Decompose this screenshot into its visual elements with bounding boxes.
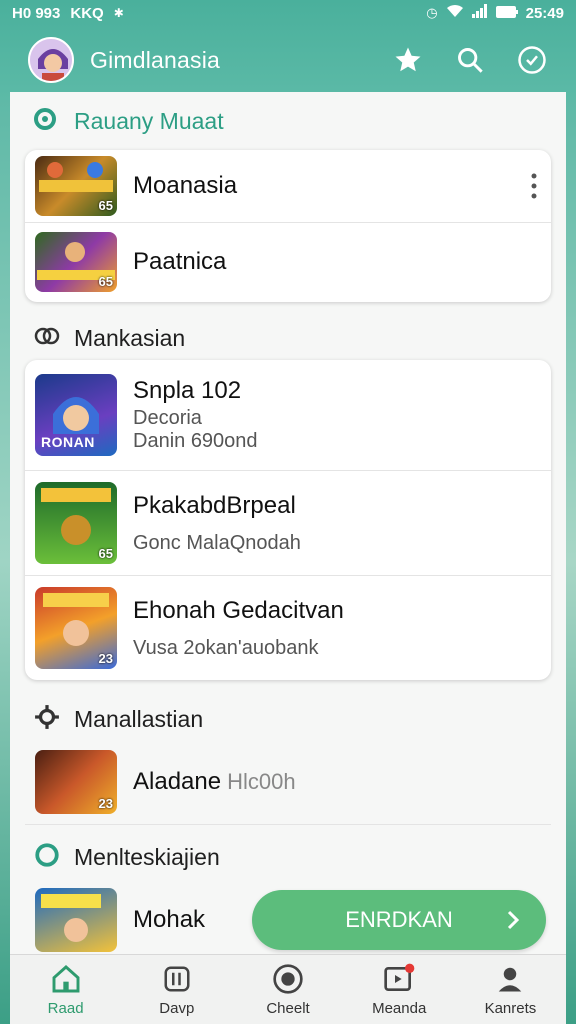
battery-icon — [495, 5, 518, 22]
app-bar: Gimdlanasia — [0, 30, 576, 90]
list-item-title: Mohak — [133, 906, 206, 933]
install-button[interactable]: ENRDKAN — [252, 890, 546, 950]
status-code: KKQ — [70, 4, 104, 22]
game-thumbnail: 65 — [35, 156, 117, 216]
refresh-icon[interactable] — [516, 44, 548, 76]
game-thumbnail — [35, 888, 117, 952]
list-item-subtitle: Decoria — [133, 407, 202, 429]
list-item-text: Ehonah Gedacitvan Vusa 2okan'auobank — [133, 597, 344, 660]
thumbnail-badge: RONAN — [41, 434, 95, 450]
list-item[interactable]: 65 PkakabdBrpeal Gonc MalaQnodah — [25, 471, 551, 575]
nav-item-media[interactable]: Meanda — [344, 955, 455, 1024]
status-bar: H0 993 KKQ ✱ ◷ 25:49 — [0, 0, 576, 26]
mankasian-card: RONAN Snpla 102 Decoria Danin 690ond 65 … — [25, 360, 551, 680]
list-item-subtitle: Hlc00h — [227, 769, 296, 794]
section-header-menlteskiajien: Menlteskiajien — [34, 842, 220, 873]
list-item[interactable]: 23 Ehonah Gedacitvan Vusa 2okan'auobank — [25, 576, 551, 680]
thumbnail-badge: 65 — [98, 546, 113, 561]
avatar[interactable] — [28, 37, 74, 83]
list-item-title: Ehonah Gedacitvan — [133, 596, 344, 624]
wifi-icon — [446, 4, 464, 22]
link-icon — [34, 324, 60, 353]
list-item-title: Moanasia — [133, 172, 238, 199]
section-label: Rauany Muaat — [74, 108, 224, 134]
nav-label: Cheelt — [266, 1000, 310, 1017]
section-label: Mankasian — [74, 325, 186, 351]
game-thumbnail: 23 — [35, 750, 117, 814]
install-button-label: ENRDKAN — [345, 907, 453, 932]
list-item-subtitle: Vusa 2okan'auobank — [133, 636, 319, 659]
nav-item-check[interactable]: Cheelt — [232, 955, 343, 1024]
section-header-mankasian: Mankasian — [34, 324, 185, 353]
grid-icon — [160, 962, 194, 996]
list-item[interactable]: RONAN Snpla 102 Decoria Danin 690ond — [25, 360, 551, 470]
thumbnail-badge: 65 — [98, 274, 113, 289]
refresh-circle-icon — [34, 842, 60, 873]
list-item-title: PkakabdBrpeal — [133, 491, 296, 519]
nav-item-profile[interactable]: Kanrets — [455, 955, 566, 1024]
game-thumbnail: 65 — [35, 482, 117, 564]
game-thumbnail: 65 — [35, 232, 117, 292]
status-left-text: H0 993 — [12, 4, 61, 22]
section-header-manallastian: Manallastian — [34, 704, 203, 735]
search-icon[interactable] — [454, 44, 486, 76]
thumbnail-badge: 65 — [98, 198, 113, 213]
list-item[interactable]: 65 Paatnica — [25, 223, 551, 301]
media-icon — [382, 962, 416, 996]
home-icon — [49, 962, 83, 996]
list-item[interactable]: 65 Moanasia — [25, 150, 551, 222]
recent-icon — [34, 108, 60, 135]
main-panel: Rauany Muaat 65 Moanasia 65 Paatnica Man… — [10, 92, 566, 954]
alarm-icon: ◷ — [426, 5, 438, 20]
nav-item-home[interactable]: Raad — [10, 955, 121, 1024]
bottom-navigation: Raad Davp Cheelt Meanda Kanrets — [10, 954, 566, 1024]
bluetooth-icon: ✱ — [113, 6, 124, 20]
section-label: Menlteskiajien — [74, 844, 220, 870]
disc-icon — [271, 962, 305, 996]
settings-icon — [34, 704, 60, 735]
nav-label: Raad — [47, 1000, 84, 1017]
nav-label: Kanrets — [484, 1000, 537, 1017]
app-title: Gimdlanasia — [90, 46, 221, 73]
more-vert-icon[interactable] — [531, 172, 537, 205]
side-background-right — [566, 100, 576, 1024]
list-item-subtitle: Gonc MalaQnodah — [133, 531, 301, 554]
list-item-title: Snpla 102 — [133, 377, 242, 404]
status-time: 25:49 — [525, 4, 564, 22]
section-label: Manallastian — [74, 706, 204, 732]
divider — [25, 824, 551, 825]
list-item-text: Snpla 102 Decoria Danin 690ond — [133, 377, 258, 453]
section-header-recent: Rauany Muaat — [34, 108, 224, 135]
chevron-right-icon — [506, 906, 520, 940]
nav-item-games[interactable]: Davp — [121, 955, 232, 1024]
signal-icon — [471, 4, 488, 22]
list-item-title: Aladane — [133, 768, 222, 795]
star-icon[interactable] — [392, 44, 424, 76]
game-thumbnail: RONAN — [35, 374, 117, 456]
list-item-text: PkakabdBrpeal Gonc MalaQnodah — [133, 492, 301, 555]
game-thumbnail: 23 — [35, 587, 117, 669]
thumbnail-badge: 23 — [98, 796, 113, 811]
person-icon — [493, 962, 527, 996]
list-item-title: Paatnica — [133, 248, 227, 275]
list-item[interactable]: 23 Aladane Hlc00h — [25, 740, 551, 824]
nav-label: Davp — [159, 1000, 195, 1017]
list-item-subtitle: Danin 690ond — [133, 430, 258, 452]
thumbnail-badge: 23 — [98, 651, 113, 666]
side-background-left — [0, 100, 10, 1024]
nav-label: Meanda — [372, 1000, 427, 1017]
recent-card: 65 Moanasia 65 Paatnica — [25, 150, 551, 302]
